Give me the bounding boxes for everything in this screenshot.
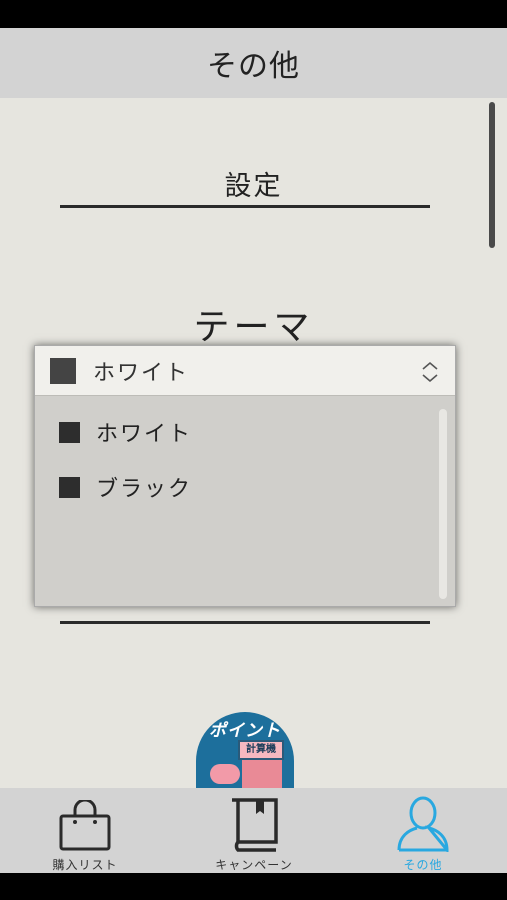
tab-label: キャンペーン xyxy=(215,858,293,872)
tab-label: 購入リスト xyxy=(52,858,118,872)
theme-select[interactable]: ホワイト xyxy=(35,346,455,396)
theme-dropdown[interactable]: ホワイト ホワイト ブラック xyxy=(34,345,456,607)
tab-other[interactable]: その他 xyxy=(368,788,478,873)
calculator-icon xyxy=(242,760,282,788)
option-label: ブラック xyxy=(96,477,193,502)
point-calculator-banner[interactable]: ポイント 計算機 xyxy=(196,712,294,788)
divider xyxy=(60,205,430,208)
theme-option-white[interactable]: ホワイト xyxy=(35,407,435,457)
banner-title: ポイント xyxy=(209,721,281,741)
page-title: その他 xyxy=(207,49,300,84)
nav-header: その他 xyxy=(0,28,507,98)
book-icon xyxy=(232,798,278,852)
tab-campaign[interactable]: キャンペーン xyxy=(198,788,310,873)
piggy-bank-icon xyxy=(210,764,240,784)
color-swatch-icon xyxy=(50,357,76,384)
theme-options-list: ホワイト ブラック xyxy=(35,397,455,607)
tab-label: その他 xyxy=(403,858,443,872)
shopping-bag-icon xyxy=(59,800,111,851)
tab-bar: 購入リスト キャンペーン その他 xyxy=(0,788,507,873)
dropdown-scrollbar[interactable] xyxy=(439,409,447,599)
bottom-bar xyxy=(0,873,507,900)
color-swatch-icon xyxy=(59,476,80,498)
theme-option-black[interactable]: ブラック xyxy=(35,462,435,512)
chevron-updown-icon xyxy=(422,361,438,383)
content-area[interactable]: 設定 テーマ ホワイト ホワイト ブラック ポイント 計算機 xyxy=(0,98,507,788)
option-label: ホワイト xyxy=(96,422,193,447)
theme-heading: テーマ xyxy=(193,307,314,348)
settings-heading: 設定 xyxy=(224,171,283,202)
tab-purchase-list[interactable]: 購入リスト xyxy=(30,788,140,873)
divider xyxy=(60,621,430,624)
selected-theme-label: ホワイト xyxy=(93,360,190,386)
color-swatch-icon xyxy=(59,421,80,443)
person-icon xyxy=(397,796,449,852)
status-bar xyxy=(0,0,507,28)
banner-subtitle: 計算機 xyxy=(238,740,284,760)
